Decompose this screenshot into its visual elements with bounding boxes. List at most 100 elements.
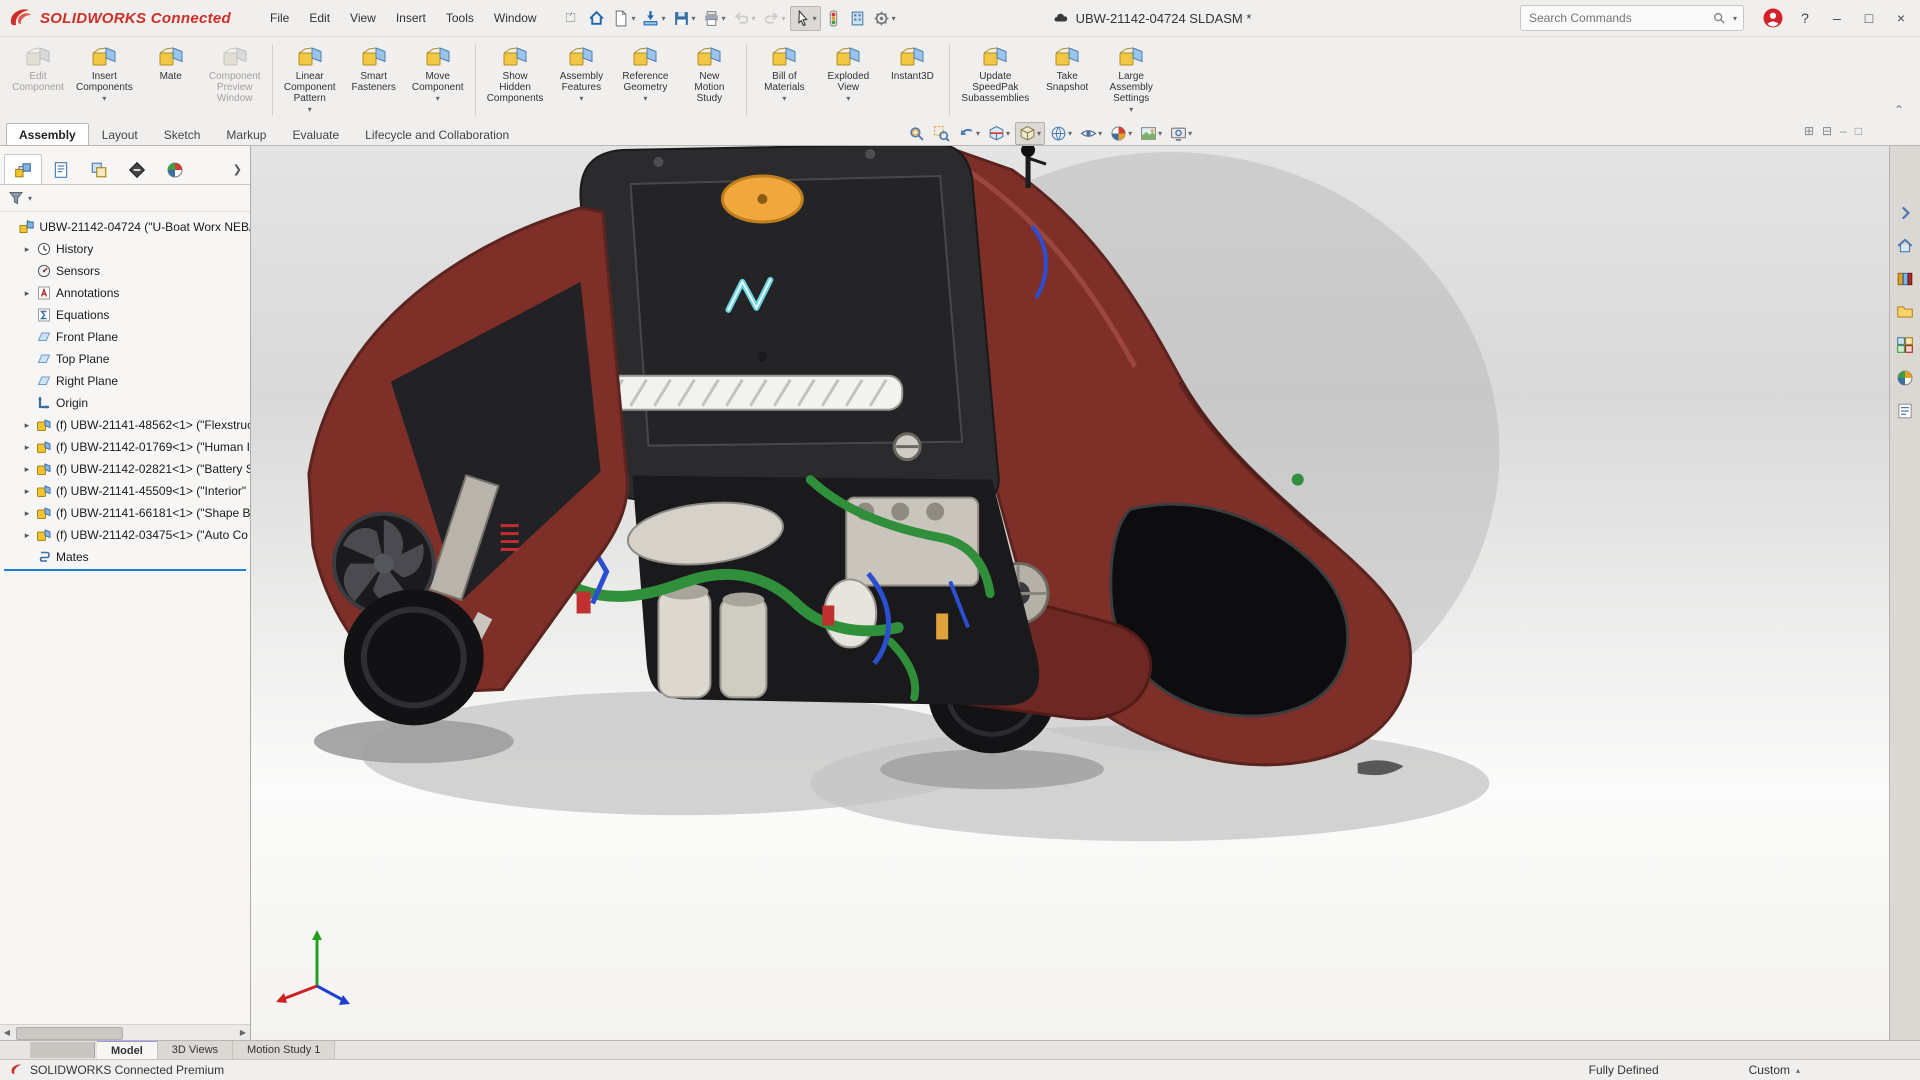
tree-item--f-ubw-21141-45509-1-interior-[interactable]: ▸(f) UBW-21141-45509<1> ("Interior" <box>0 480 250 502</box>
ribbon-move-component-button[interactable]: Move Component▾ <box>406 39 470 121</box>
tree-expand-arrow-icon[interactable]: ▸ <box>22 288 32 299</box>
dropdown-arrow-icon[interactable]: ▾ <box>661 14 665 23</box>
tree-expand-arrow-icon[interactable]: ▸ <box>22 486 32 497</box>
headsup-view-settings-button[interactable]: ▾ <box>1167 123 1195 144</box>
ribbon-large-assembly-settings-button[interactable]: Large Assembly Settings▾ <box>1099 39 1163 121</box>
tree-expand-arrow-icon[interactable]: ▸ <box>22 244 32 255</box>
window-close-button[interactable]: × <box>1890 7 1912 29</box>
search-icon[interactable] <box>1712 11 1726 25</box>
headsup-section-view-button[interactable]: ▾ <box>985 123 1013 144</box>
viewport-window-icon-1[interactable]: ⊞ <box>1804 124 1814 138</box>
headsup-view-orientation-button[interactable]: ▾ <box>1015 122 1045 145</box>
qat-open[interactable]: ▾ <box>639 7 668 30</box>
tree-item--f-ubw-21142-02821-1-battery-s[interactable]: ▸(f) UBW-21142-02821<1> ("Battery S <box>0 458 250 480</box>
dropdown-arrow-icon[interactable]: ▾ <box>1129 105 1133 114</box>
tab-scroll-area[interactable] <box>30 1042 95 1058</box>
tree-item--f-ubw-21141-48562-1-flexstruc[interactable]: ▸(f) UBW-21141-48562<1> ("Flexstruc <box>0 414 250 436</box>
tab-markup[interactable]: Markup <box>213 123 279 145</box>
dropdown-arrow-icon[interactable]: ▾ <box>436 94 440 103</box>
doc-tab-model[interactable]: Model <box>97 1041 158 1059</box>
ribbon-smart-fasteners-button[interactable]: Smart Fasteners <box>342 39 406 121</box>
dropdown-arrow-icon[interactable]: ▾ <box>846 94 850 103</box>
scroll-right-icon[interactable]: ▶ <box>236 1028 250 1037</box>
taskpane-task-pane-arrow-button[interactable] <box>1894 202 1916 224</box>
headsup-zoom-to-area-button[interactable] <box>930 123 953 144</box>
tree-item-equations[interactable]: Equations <box>0 304 250 326</box>
taskpane-design-library-button[interactable] <box>1894 268 1916 290</box>
dropdown-arrow-icon[interactable]: ▾ <box>1006 129 1010 138</box>
panel-horizontal-scrollbar[interactable]: ◀ ▶ <box>0 1024 250 1040</box>
qat-new-document[interactable]: ▾ <box>609 7 638 30</box>
ribbon-exploded-view-button[interactable]: Exploded View▾ <box>816 39 880 121</box>
dropdown-arrow-icon[interactable]: ▾ <box>1188 129 1192 138</box>
dropdown-arrow-icon[interactable]: ▾ <box>308 105 312 114</box>
headsup-previous-view-button[interactable]: ▾ <box>955 123 983 144</box>
menu-window[interactable]: Window <box>485 7 546 29</box>
search-dropdown-icon[interactable]: ▾ <box>1733 14 1737 23</box>
filter-icon[interactable] <box>8 190 24 206</box>
taskpane-solidworks-resources-button[interactable] <box>1894 235 1916 257</box>
window-maximize-button[interactable]: □ <box>1858 7 1880 29</box>
dropdown-arrow-icon[interactable]: ▾ <box>643 94 647 103</box>
dropdown-arrow-icon[interactable]: ▾ <box>102 94 106 103</box>
dropdown-arrow-icon[interactable]: ▾ <box>752 14 756 23</box>
tree-item-right-plane[interactable]: Right Plane <box>0 370 250 392</box>
dropdown-arrow-icon[interactable]: ▾ <box>1128 129 1132 138</box>
panel-tab-dimxpertmanager[interactable] <box>118 154 156 184</box>
tree-item-ubw-21142-04724-u-boat-worx-neba[interactable]: UBW-21142-04724 ("U-Boat Worx NEBAD <box>0 216 250 238</box>
filter-dropdown-icon[interactable]: ▾ <box>28 194 32 203</box>
tree-expand-arrow-icon[interactable]: ▸ <box>22 420 32 431</box>
tree-item-origin[interactable]: Origin <box>0 392 250 414</box>
tree-expand-arrow-icon[interactable]: ▸ <box>22 530 32 541</box>
window-minimize-button[interactable]: – <box>1826 7 1848 29</box>
panel-tab-appearances[interactable] <box>156 154 194 184</box>
ribbon-insert-components-button[interactable]: Insert Components▾ <box>70 39 139 121</box>
tab-lifecycle-and-collaboration[interactable]: Lifecycle and Collaboration <box>352 123 522 145</box>
dropdown-arrow-icon[interactable]: ▾ <box>1158 129 1162 138</box>
tree-item-top-plane[interactable]: Top Plane <box>0 348 250 370</box>
tree-item-history[interactable]: ▸History <box>0 238 250 260</box>
ribbon-take-snapshot-button[interactable]: Take Snapshot <box>1035 39 1099 121</box>
headsup-apply-scene-button[interactable]: ▾ <box>1137 123 1165 144</box>
qat-select-cursor[interactable]: ▾ <box>790 6 821 31</box>
tree-expand-arrow-icon[interactable]: ▸ <box>22 508 32 519</box>
taskpane-appearances-scenes-button[interactable] <box>1894 367 1916 389</box>
headsup-display-style-button[interactable]: ▾ <box>1047 123 1075 144</box>
scrollbar-track[interactable] <box>14 1026 236 1039</box>
tree-expand-arrow-icon[interactable]: ▸ <box>22 464 32 475</box>
tab-assembly[interactable]: Assembly <box>6 123 89 145</box>
pin-menubar-icon[interactable]: ⏍ <box>560 10 582 26</box>
dropdown-arrow-icon[interactable]: ▾ <box>976 129 980 138</box>
doc-tab-3d-views[interactable]: 3D Views <box>158 1041 233 1059</box>
tab-evaluate[interactable]: Evaluate <box>279 123 352 145</box>
ribbon-linear-component-pattern-button[interactable]: Linear Component Pattern▾ <box>278 39 342 121</box>
ribbon-instant3d-button[interactable]: Instant3D <box>880 39 944 121</box>
dropdown-up-icon[interactable]: ▴ <box>1796 1066 1800 1075</box>
qat-options-gear[interactable]: ▾ <box>870 7 899 30</box>
ribbon-assembly-features-button[interactable]: Assembly Features▾ <box>549 39 613 121</box>
scrollbar-thumb[interactable] <box>16 1027 123 1040</box>
status-custom[interactable]: Custom▴ <box>1749 1063 1800 1077</box>
headsup-zoom-to-fit-button[interactable] <box>905 123 928 144</box>
tree-item--f-ubw-21141-66181-1-shape-b[interactable]: ▸(f) UBW-21141-66181<1> ("Shape B <box>0 502 250 524</box>
ribbon-collapse-icon[interactable]: ⌃ <box>1884 99 1914 121</box>
dropdown-arrow-icon[interactable]: ▾ <box>1068 129 1072 138</box>
search-input[interactable] <box>1527 10 1706 26</box>
menu-edit[interactable]: Edit <box>300 7 339 29</box>
panel-tab-configurationmanager[interactable] <box>80 154 118 184</box>
dropdown-arrow-icon[interactable]: ▾ <box>782 14 786 23</box>
tree-item-annotations[interactable]: ▸Annotations <box>0 282 250 304</box>
panel-tab-featuremanager[interactable] <box>4 154 42 184</box>
panel-expand-chevron-icon[interactable]: ❯ <box>233 163 242 176</box>
doc-tab-motion-study-1[interactable]: Motion Study 1 <box>233 1041 335 1059</box>
graphics-viewport[interactable] <box>251 146 1889 1040</box>
tree-item-mates[interactable]: Mates <box>0 546 250 568</box>
tree-item--f-ubw-21142-03475-1-auto-co[interactable]: ▸(f) UBW-21142-03475<1> ("Auto Co <box>0 524 250 546</box>
tree-item-sensors[interactable]: Sensors <box>0 260 250 282</box>
ribbon-mate-button[interactable]: Mate <box>139 39 203 121</box>
ribbon-new-motion-study-button[interactable]: New Motion Study <box>677 39 741 121</box>
tree-item-front-plane[interactable]: Front Plane <box>0 326 250 348</box>
dropdown-arrow-icon[interactable]: ▾ <box>631 14 635 23</box>
taskpane-file-explorer-button[interactable] <box>1894 301 1916 323</box>
qat-home[interactable] <box>585 7 608 30</box>
